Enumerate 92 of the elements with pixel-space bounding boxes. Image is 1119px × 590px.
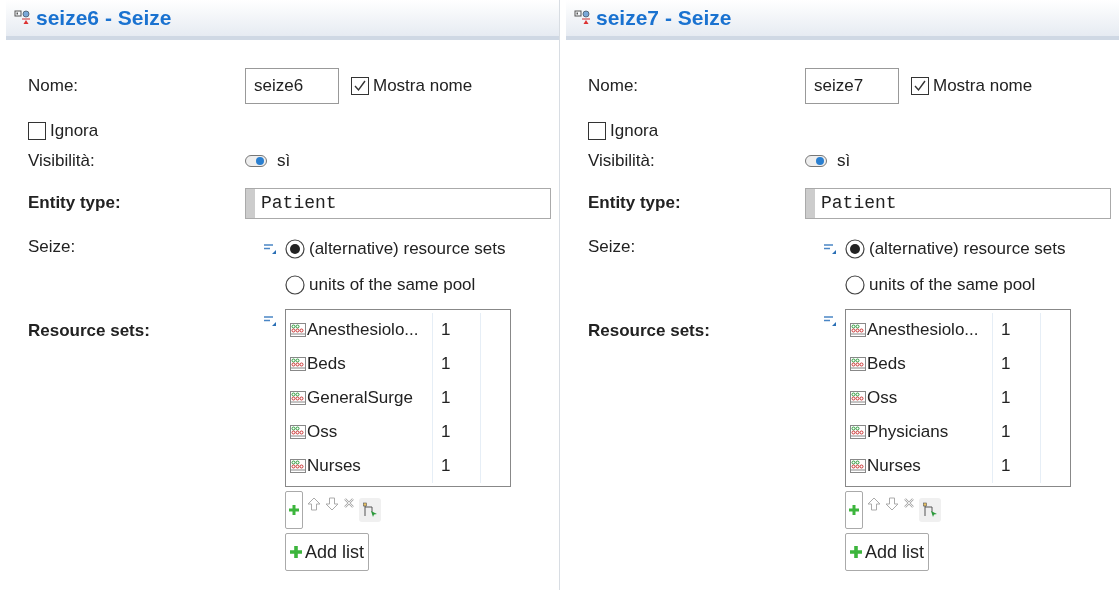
resource-name: Beds — [307, 354, 346, 374]
field-label: Seize: — [588, 237, 637, 257]
toggle-label: sì — [837, 151, 851, 171]
static-value-icon[interactable] — [263, 315, 277, 327]
plus-icon — [849, 505, 859, 515]
resource-pool-icon — [290, 459, 306, 473]
radio-label[interactable]: (alternative) resource sets — [309, 239, 506, 259]
resource-row[interactable]: Oss 1 — [846, 381, 1070, 415]
radio-button[interactable] — [285, 275, 305, 295]
panel-title: seize7 - Seize — [596, 6, 732, 30]
field-label: Entity type: — [28, 193, 122, 213]
checkbox-label[interactable]: Ignora — [50, 121, 99, 141]
resource-row[interactable]: Anesthesiolo... 1 — [846, 313, 1070, 347]
resource-name: Beds — [867, 354, 906, 374]
seize-block-icon — [574, 10, 592, 26]
resource-count: 1 — [433, 449, 481, 483]
resource-pool-icon — [850, 425, 866, 439]
field-label: Entity type: — [588, 193, 682, 213]
add-list-button[interactable]: Add list — [845, 533, 930, 571]
checkbox[interactable] — [351, 77, 369, 95]
radio-button[interactable] — [845, 239, 865, 259]
static-value-icon[interactable] — [823, 243, 837, 255]
radio-button[interactable] — [845, 275, 865, 295]
choose-icon[interactable] — [919, 498, 941, 522]
add-list-button[interactable]: Add list — [285, 533, 370, 571]
checkbox-label[interactable]: Mostra nome — [933, 76, 1033, 96]
resource-pool-icon — [290, 391, 306, 405]
resource-row[interactable]: Physicians 1 — [846, 415, 1070, 449]
static-value-icon[interactable] — [823, 315, 837, 327]
resource-pool-icon — [850, 391, 866, 405]
resource-row[interactable]: Anesthesiolo... 1 — [286, 313, 510, 347]
choose-icon[interactable] — [359, 498, 381, 522]
toggle-label: sì — [277, 151, 291, 171]
resource-count: 1 — [433, 347, 481, 381]
panel-title: seize6 - Seize — [36, 6, 172, 30]
entity-type-field[interactable]: Patient — [805, 187, 1111, 219]
resource-name: GeneralSurge — [307, 388, 413, 408]
resource-pool-icon — [850, 459, 866, 473]
checkbox[interactable] — [588, 122, 606, 140]
resource-row[interactable]: Nurses 1 — [846, 449, 1070, 483]
checkbox[interactable] — [28, 122, 46, 140]
seize-block-icon — [14, 10, 32, 26]
static-value-icon[interactable] — [263, 243, 277, 255]
field-label: Nome: — [28, 76, 80, 96]
resource-row[interactable]: GeneralSurge 1 — [286, 381, 510, 415]
radio-label[interactable]: (alternative) resource sets — [869, 239, 1066, 259]
toggle-switch[interactable] — [805, 155, 827, 167]
resource-pool-icon — [850, 357, 866, 371]
add-button[interactable] — [285, 491, 303, 529]
checkbox-label[interactable]: Mostra nome — [373, 76, 473, 96]
radio-label[interactable]: units of the same pool — [309, 275, 476, 295]
resource-name: Physicians — [867, 422, 949, 442]
resource-name: Nurses — [867, 456, 921, 476]
resource-row[interactable]: Beds 1 — [846, 347, 1070, 381]
field-label: Visibilità: — [588, 151, 656, 171]
resource-count: 1 — [433, 415, 481, 449]
resource-count: 1 — [433, 381, 481, 415]
resource-row[interactable]: Nurses 1 — [286, 449, 510, 483]
checkbox[interactable] — [911, 77, 929, 95]
radio-button[interactable] — [285, 239, 305, 259]
field-label: Resource sets: — [28, 321, 151, 341]
resource-count: 1 — [993, 381, 1041, 415]
resource-name: Nurses — [307, 456, 361, 476]
name-field[interactable]: seize7 — [805, 68, 899, 104]
resource-pool-icon — [290, 425, 306, 439]
resource-pool-icon — [290, 357, 306, 371]
entity-type-field[interactable]: Patient — [245, 187, 551, 219]
plus-icon — [290, 546, 302, 558]
add-button[interactable] — [845, 491, 863, 529]
resource-count: 1 — [993, 347, 1041, 381]
resource-pool-icon — [290, 323, 306, 337]
resource-row[interactable]: Beds 1 — [286, 347, 510, 381]
name-field[interactable]: seize6 — [245, 68, 339, 104]
plus-icon — [289, 505, 299, 515]
resource-name: Oss — [307, 422, 338, 442]
field-label: Seize: — [28, 237, 77, 257]
field-label: Visibilità: — [28, 151, 96, 171]
toggle-switch[interactable] — [245, 155, 267, 167]
resource-pool-icon — [850, 323, 866, 337]
checkbox-label[interactable]: Ignora — [610, 121, 659, 141]
resource-row[interactable]: Oss 1 — [286, 415, 510, 449]
radio-label[interactable]: units of the same pool — [869, 275, 1036, 295]
resource-count: 1 — [993, 449, 1041, 483]
resource-name: Anesthesiolo... — [307, 320, 419, 340]
resource-name: Oss — [867, 388, 898, 408]
resource-count: 1 — [993, 313, 1041, 347]
field-label: Nome: — [588, 76, 640, 96]
resource-name: Anesthesiolo... — [867, 320, 979, 340]
field-label: Resource sets: — [588, 321, 711, 341]
plus-icon — [850, 546, 862, 558]
resource-count: 1 — [993, 415, 1041, 449]
resource-count: 1 — [433, 313, 481, 347]
